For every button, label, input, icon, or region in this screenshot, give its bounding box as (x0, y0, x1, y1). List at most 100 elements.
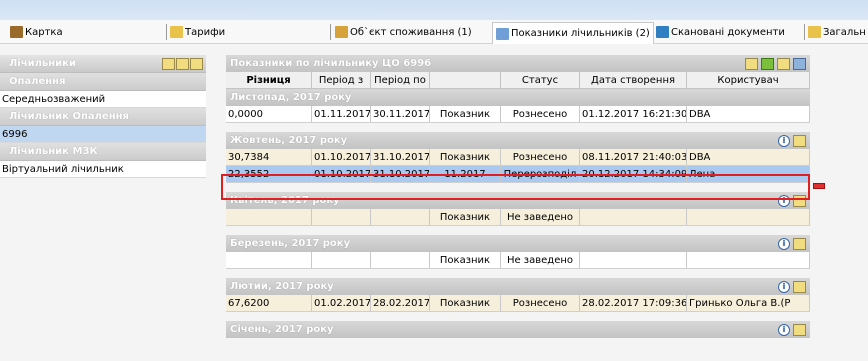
cell-difference: 30,7384 (226, 149, 312, 165)
info-icon[interactable]: i (778, 323, 790, 336)
grid-icon[interactable] (793, 280, 806, 293)
tariffs-icon (170, 26, 183, 38)
table-row[interactable]: Показник Не заведено (226, 209, 810, 226)
window-top-bar (0, 0, 868, 20)
column-header-user[interactable]: Користувач (687, 72, 810, 88)
grid-icon[interactable] (793, 323, 806, 336)
cell-created: 01.12.2017 16:21:30 (580, 106, 687, 122)
tab-scanned-documents[interactable]: Сканованi документи (656, 23, 785, 41)
heating-type-value[interactable]: Середньозважений (0, 91, 206, 108)
cell-difference (226, 209, 312, 225)
cell-created (580, 252, 687, 268)
mzk-meter-item[interactable]: Віртуальний лічильник (0, 161, 206, 178)
add-icon[interactable] (761, 57, 774, 70)
heating-meter-item[interactable]: 6996 (0, 126, 206, 143)
cell-type: Показник (430, 295, 501, 311)
group-header-october: Жовтень, 2017 року i (226, 132, 810, 149)
tab-meter-readings[interactable]: Показники лічильників (2) (492, 22, 654, 44)
cell-type: Показник (430, 149, 501, 165)
cell-period-to (371, 209, 430, 225)
cell-type: Показник (430, 252, 501, 268)
readings-icon (496, 27, 509, 40)
cell-created (580, 209, 687, 225)
column-header-created[interactable]: Дата створення (580, 72, 687, 88)
table-row[interactable]: Показник Не заведено (226, 252, 810, 269)
info-icon[interactable]: i (778, 280, 790, 293)
tab-card[interactable]: Картка (10, 23, 63, 41)
cell-status: Рознесено (501, 106, 580, 122)
info-icon[interactable]: i (778, 237, 790, 250)
refresh-icon[interactable] (793, 57, 806, 70)
table-row[interactable]: 67,6200 01.02.2017 28.02.2017 Показник Р… (226, 295, 810, 312)
column-header-period-from[interactable]: Період з (312, 72, 371, 88)
cell-period-from (312, 252, 371, 268)
edit-icon[interactable] (176, 57, 189, 70)
cell-status: Не заведено (501, 209, 580, 225)
tab-separator (166, 24, 167, 40)
cell-user: DBA (687, 106, 810, 122)
cell-period-to: 31.10.2017 (371, 149, 430, 165)
mzk-meter-header: Лічильник МЗК (0, 143, 206, 161)
cell-type: Показник (430, 209, 501, 225)
cell-created: 08.11.2017 21:40:03 (580, 149, 687, 165)
column-header-status[interactable]: Статус (501, 72, 580, 88)
group-header-november: Листопад, 2017 року (226, 89, 810, 106)
cell-period-to: 30.11.2017 (371, 106, 430, 122)
cell-period-from: 01.02.2017 (312, 295, 371, 311)
cell-difference: 0,0000 (226, 106, 312, 122)
cell-type: Показник (430, 106, 501, 122)
table-row[interactable]: 0,0000 01.11.2017 30.11.2017 Показник Ро… (226, 106, 810, 123)
cell-status: Рознесено (501, 295, 580, 311)
cell-user (687, 209, 810, 225)
remove-icon[interactable] (813, 183, 825, 189)
cell-period-to: 28.02.2017 (371, 295, 430, 311)
readings-toolbar (745, 57, 810, 70)
grid-icon[interactable] (793, 134, 806, 147)
cell-difference: 67,6200 (226, 295, 312, 311)
heating-section-header: Опалення (0, 73, 206, 91)
meters-toolbar (162, 57, 206, 70)
group-header-february: Лютий, 2017 року i (226, 278, 810, 295)
card-icon (10, 26, 23, 38)
tab-bar: Картка Тарифи Об`єкт споживання (1) Пока… (0, 20, 868, 44)
cell-period-to (371, 252, 430, 268)
info-icon[interactable]: i (778, 134, 790, 147)
column-header-difference[interactable]: Різниця (226, 72, 312, 88)
meters-panel: Лічильники Опалення Середньозважений Ліч… (0, 55, 206, 178)
star-icon[interactable] (190, 57, 203, 70)
heating-meter-header: Лічильник Опалення (0, 108, 206, 126)
grid-icon[interactable] (793, 237, 806, 250)
cell-user: DBA (687, 149, 810, 165)
cell-status: Не заведено (501, 252, 580, 268)
cell-user: Гринько Ольга В.(Р (687, 295, 810, 311)
tab-separator (330, 24, 331, 40)
tab-consumption-object[interactable]: Об`єкт споживання (1) (335, 23, 472, 41)
cell-created: 28.02.2017 17:09:36 (580, 295, 687, 311)
readings-header: Показники по лічильнику ЦО 6996 (226, 55, 810, 72)
tab-tariffs[interactable]: Тарифи (170, 23, 225, 41)
cell-difference (226, 252, 312, 268)
group-header-january: Січень, 2017 року i (226, 321, 810, 338)
cell-period-from: 01.10.2017 (312, 149, 371, 165)
add-icon[interactable] (162, 57, 175, 70)
group-header-march: Березень, 2017 року i (226, 235, 810, 252)
scan-icon (656, 26, 669, 38)
readings-column-headers: Різниця Період з Період по Статус Дата с… (226, 72, 810, 89)
column-header-period-to[interactable]: Період по (371, 72, 430, 88)
selected-row-highlight (221, 174, 810, 200)
table-row[interactable]: 30,7384 01.10.2017 31.10.2017 Показник Р… (226, 149, 810, 166)
cell-period-from (312, 209, 371, 225)
edit-icon[interactable] (777, 57, 790, 70)
object-icon (335, 26, 348, 38)
tab-general[interactable]: Загальн (808, 23, 866, 41)
column-header-type[interactable] (430, 72, 501, 88)
cell-user (687, 252, 810, 268)
cell-period-from: 01.11.2017 (312, 106, 371, 122)
list-icon[interactable] (745, 57, 758, 70)
general-icon (808, 26, 821, 38)
meters-header: Лічильники (0, 55, 206, 73)
